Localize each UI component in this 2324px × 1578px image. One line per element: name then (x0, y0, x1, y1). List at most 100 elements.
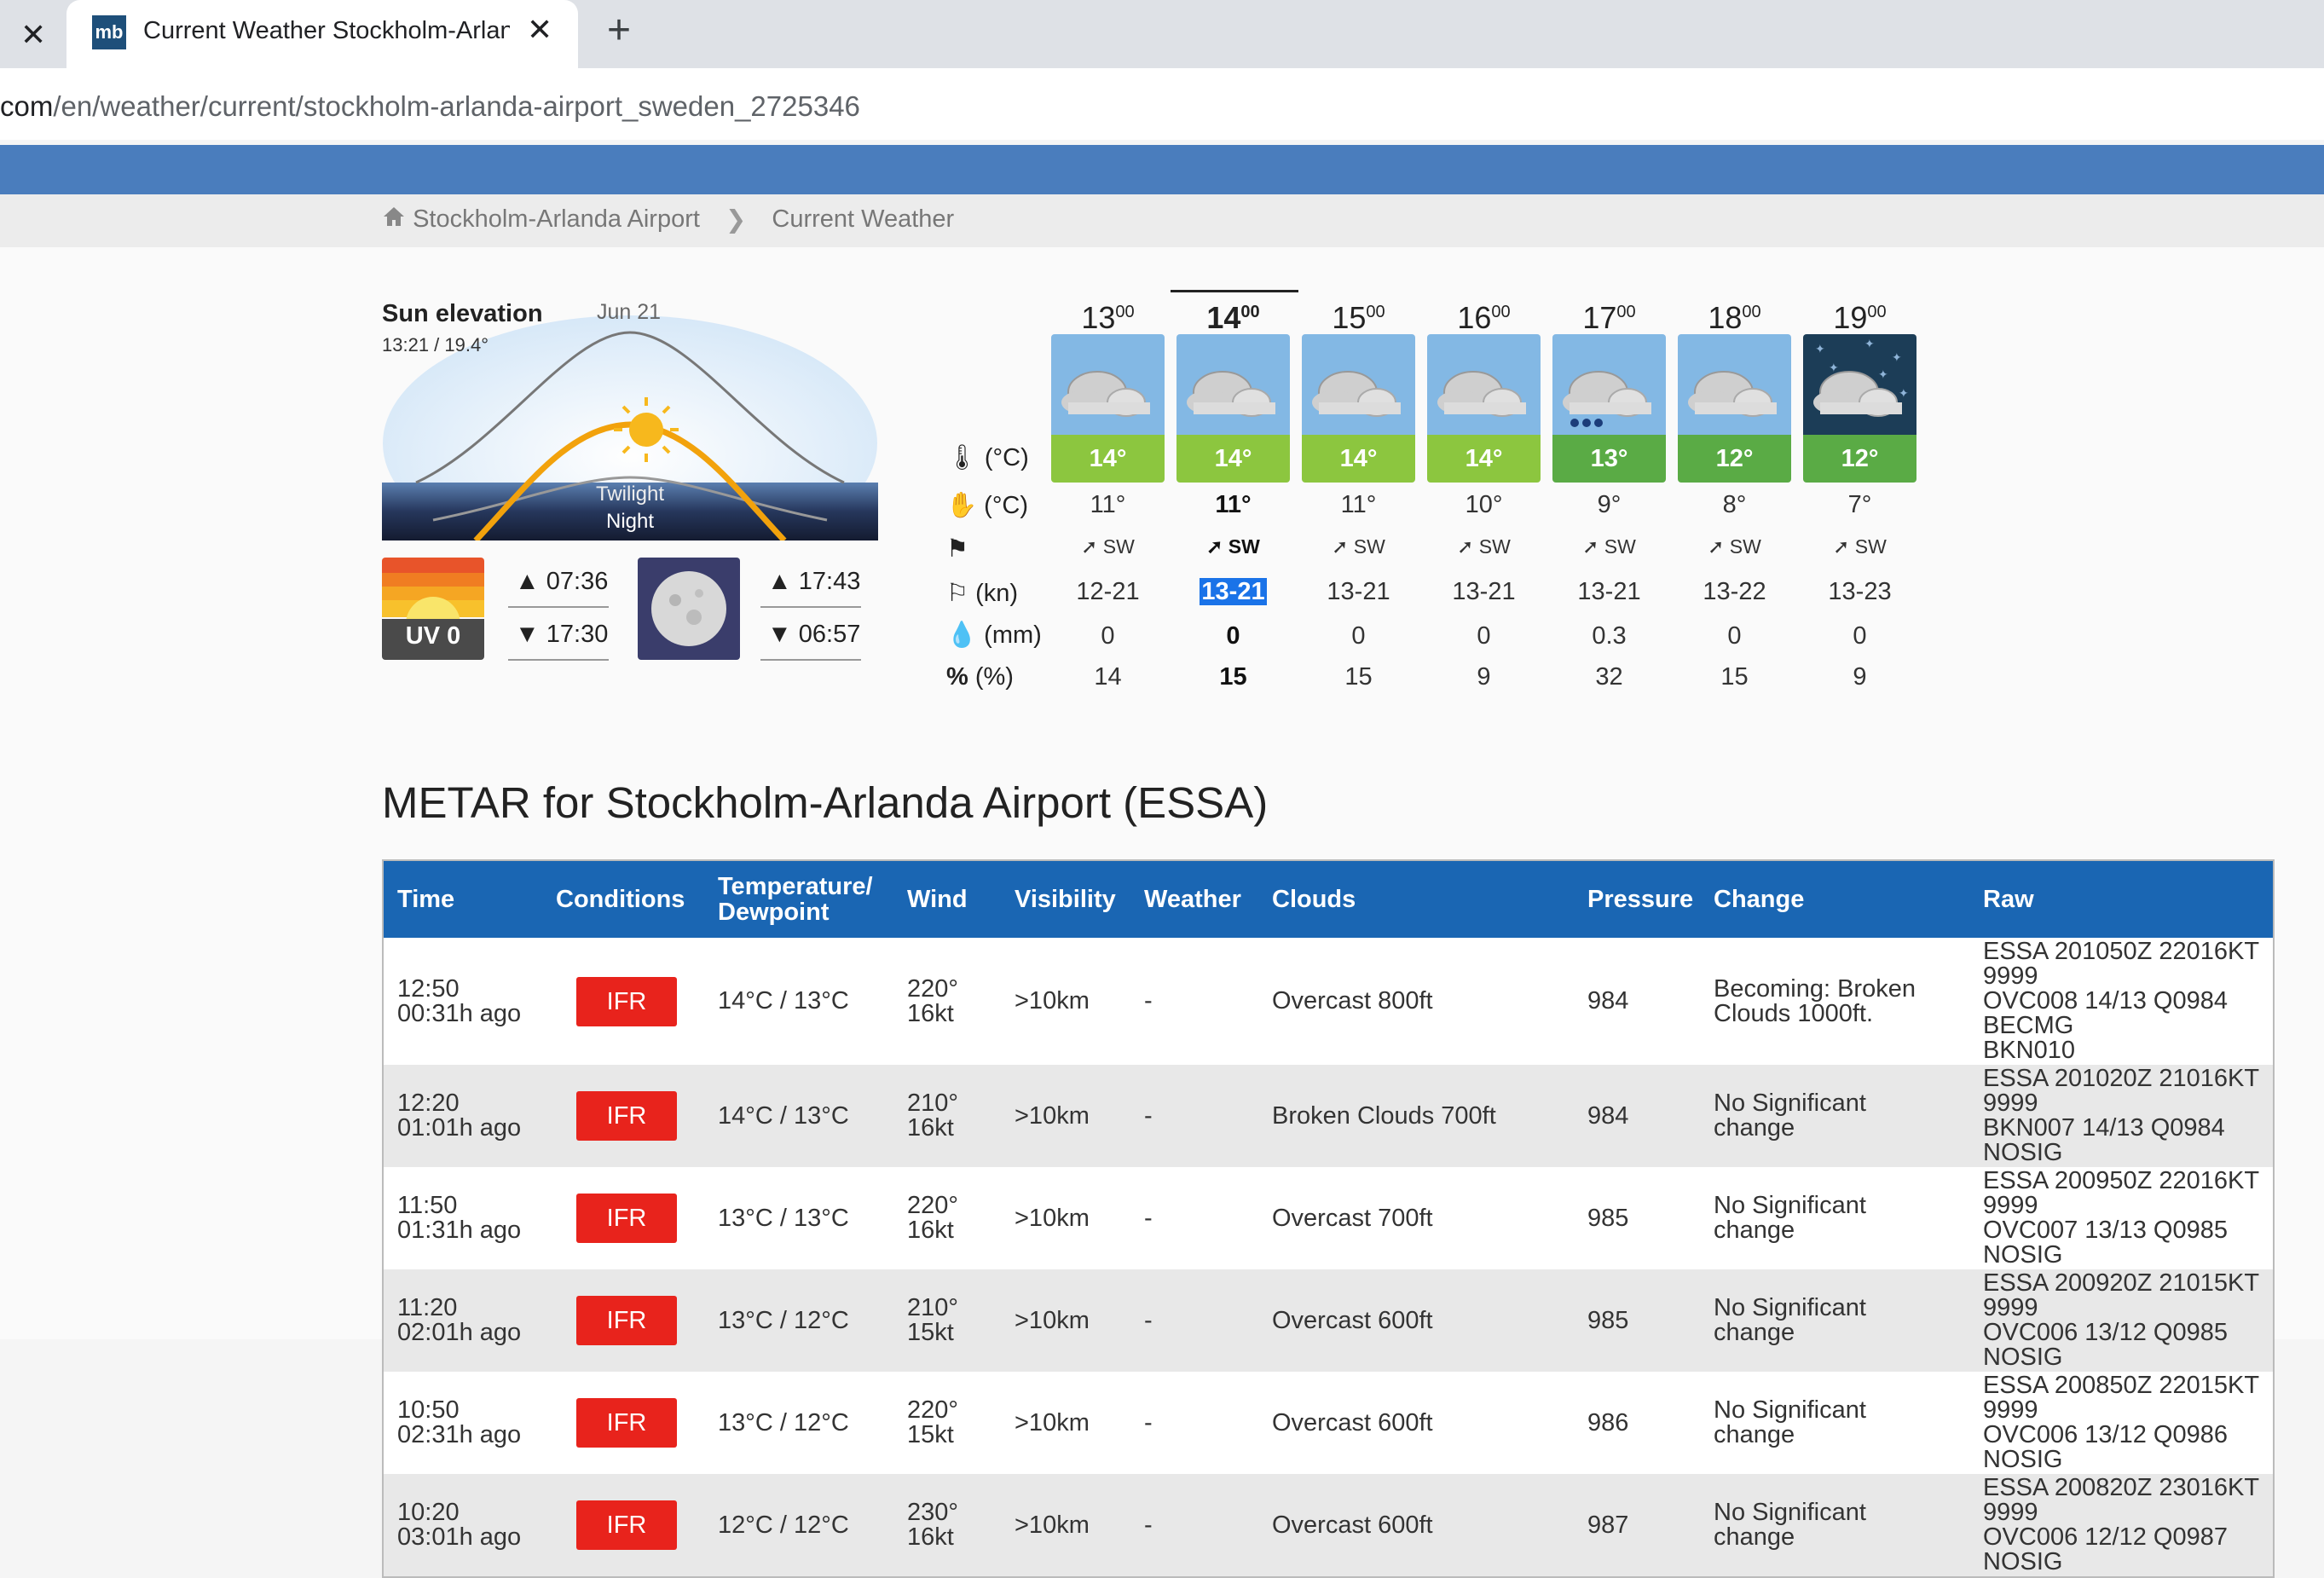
weather-icon-tile (1678, 334, 1791, 435)
forecast-column[interactable]: 1900 ✦ ✦ ✦ ✦ ✦ ✦ 12° 7° ➚ SW 13-23 0 9 (1797, 290, 1922, 691)
forecast-hour: 1800 (1708, 300, 1761, 335)
sun-divider (508, 606, 609, 608)
metar-clouds: Overcast 600ft (1258, 1474, 1574, 1577)
ifr-badge: IFR (576, 1398, 677, 1448)
metar-pressure: 984 (1574, 1065, 1700, 1167)
forecast-temperature: 14° (1302, 435, 1415, 483)
percent-icon: % (946, 663, 968, 691)
metar-visibility: >10km (1001, 1167, 1130, 1269)
felt-temperature: 11° (1215, 491, 1252, 518)
metar-raw: ESSA 201020Z 21016KT 9999 BKN007 14/13 Q0… (1969, 1065, 2274, 1167)
metar-header-row: Time Conditions Temperature/Dewpoint Win… (383, 860, 2274, 938)
sunset-time: ▼ 17:30 (515, 621, 609, 648)
night-cloud-icon: ✦ ✦ ✦ ✦ ✦ ✦ (1813, 337, 1909, 417)
forecast-hour: 1300 (1081, 300, 1135, 335)
forecast-hour: 1400 (1206, 300, 1260, 335)
sunrise-time: ▲ 07:36 (515, 568, 609, 595)
metar-temperature: 13°C / 12°C (704, 1269, 893, 1372)
wind-speed: 13-21 (1577, 578, 1641, 605)
rain-cloud-icon (1563, 371, 1651, 427)
breadcrumb-airport-link[interactable]: Stockholm-Arlanda Airport (413, 205, 700, 233)
felt-temperature: 10° (1465, 491, 1503, 518)
metar-visibility: >10km (1001, 1269, 1130, 1372)
wind-arrow-icon: ➚ (1081, 535, 1098, 558)
forecast-column[interactable]: 1600 14° 10° ➚ SW 13-21 0 9 (1421, 290, 1546, 691)
precipitation: 0 (1226, 622, 1240, 650)
twilight-label: Twilight (595, 483, 665, 506)
cloud-icon (1187, 371, 1275, 417)
wind-direction: ➚ SW (1332, 535, 1385, 558)
metar-temperature: 14°C / 13°C (704, 1065, 893, 1167)
sun-icon (629, 413, 663, 447)
header-weather: Weather (1130, 860, 1258, 938)
precipitation-probability: 9 (1853, 663, 1867, 691)
header-clouds: Clouds (1258, 860, 1574, 938)
breadcrumb-current-weather[interactable]: Current Weather (772, 205, 954, 233)
metar-raw: ESSA 201050Z 22016KT 9999 OVC008 14/13 Q0… (1969, 938, 2274, 1065)
new-tab-button[interactable]: + (607, 7, 631, 54)
wind-speed: 13-21 (1452, 578, 1516, 605)
forecast-column[interactable]: 1400 14° 11° ➚ SW 13-21 0 15 (1171, 290, 1296, 691)
metar-clouds: Overcast 800ft (1258, 938, 1574, 1065)
address-bar[interactable]: com/en/weather/current/stockholm-arlanda… (0, 68, 2324, 140)
ifr-badge: IFR (576, 976, 677, 1026)
precipitation: 0 (1477, 622, 1491, 650)
svg-text:✦: ✦ (1878, 367, 1888, 381)
forecast-column[interactable]: 1300 14° 11° ➚ SW 12-21 0 14 (1045, 290, 1171, 691)
weather-icon-tile: ✦ ✦ ✦ ✦ ✦ ✦ (1803, 334, 1916, 435)
thermometer-icon: 🌡 (946, 444, 978, 471)
forecast-hour: 1700 (1582, 300, 1636, 335)
metar-table: Time Conditions Temperature/Dewpoint Win… (382, 859, 2275, 1578)
metar-visibility: >10km (1001, 1065, 1130, 1167)
forecast-column[interactable]: 1800 12° 8° ➚ SW 13-22 0 15 (1672, 290, 1797, 691)
header-change: Change (1700, 860, 1969, 938)
forecast-hour: 1600 (1457, 300, 1511, 335)
metar-change: No Significant change (1700, 1167, 1969, 1269)
felt-temperature: 7° (1847, 491, 1872, 518)
url-host: com (0, 90, 54, 122)
metar-change: Becoming: Broken Clouds 1000ft. (1700, 938, 1969, 1065)
breadcrumb: Stockholm-Arlanda Airport ❯ Current Weat… (382, 205, 954, 234)
house-icon[interactable] (382, 206, 406, 234)
metar-conditions: IFR (542, 1269, 704, 1372)
tab-close-icon[interactable]: ✕ (527, 12, 552, 48)
header-visibility: Visibility (1001, 860, 1130, 938)
metar-time: 12:50 00:31h ago (383, 938, 542, 1065)
wind-speed: 13-22 (1703, 578, 1766, 605)
header-raw: Raw (1969, 860, 2274, 938)
probability-row-label: % (%) (946, 663, 1014, 691)
metar-conditions: IFR (542, 1065, 704, 1167)
windsock-icon: ⚑ (946, 535, 968, 563)
active-tab[interactable]: mb Current Weather Stockholm-Arlanda Air… (66, 0, 578, 68)
forecast-column[interactable]: 1500 14° 11° ➚ SW 13-21 0 15 (1296, 290, 1421, 691)
metar-wind: 230° 16kt (893, 1474, 1001, 1577)
metar-temperature: 12°C / 12°C (704, 1474, 893, 1577)
night-label: Night (605, 510, 655, 533)
svg-text:✦: ✦ (1829, 361, 1839, 374)
felt-temperature: 8° (1722, 491, 1747, 518)
wind-speed-row-label: ⚐ (kn) (946, 580, 1019, 607)
wind-arrow-icon: ➚ (1582, 535, 1599, 558)
previous-tab[interactable]: ✕ (0, 12, 63, 60)
wind-direction: ➚ SW (1081, 535, 1135, 558)
precipitation-probability: 15 (1720, 663, 1749, 691)
metar-temperature: 13°C / 12°C (704, 1372, 893, 1474)
metar-time: 10:20 03:01h ago (383, 1474, 542, 1577)
forecast-column[interactable]: 1700 13° 9° ➚ SW 13-21 0.3 32 (1546, 290, 1672, 691)
url-path: /en/weather/current/stockholm-arlanda-ai… (53, 90, 860, 122)
wind-direction: ➚ SW (1206, 535, 1260, 558)
metar-conditions: IFR (542, 938, 704, 1065)
svg-text:✦: ✦ (1815, 342, 1825, 355)
wind-speed: 13-23 (1828, 578, 1892, 605)
wind-direction: ➚ SW (1833, 535, 1887, 558)
precipitation-row-label: 💧 (mm) (946, 621, 1042, 649)
metar-conditions: IFR (542, 1474, 704, 1577)
svg-text:✦: ✦ (1864, 337, 1875, 350)
header-conditions: Conditions (542, 860, 704, 938)
url-text[interactable]: com/en/weather/current/stockholm-arlanda… (0, 90, 860, 123)
uv-index-label: UV 0 (405, 622, 461, 650)
previous-tab-close-icon[interactable]: ✕ (20, 17, 46, 53)
metar-raw: ESSA 200950Z 22016KT 9999 OVC007 13/13 Q0… (1969, 1167, 2274, 1269)
weather-icon-tile (1427, 334, 1541, 435)
wind-arrow-icon: ➚ (1332, 535, 1349, 558)
